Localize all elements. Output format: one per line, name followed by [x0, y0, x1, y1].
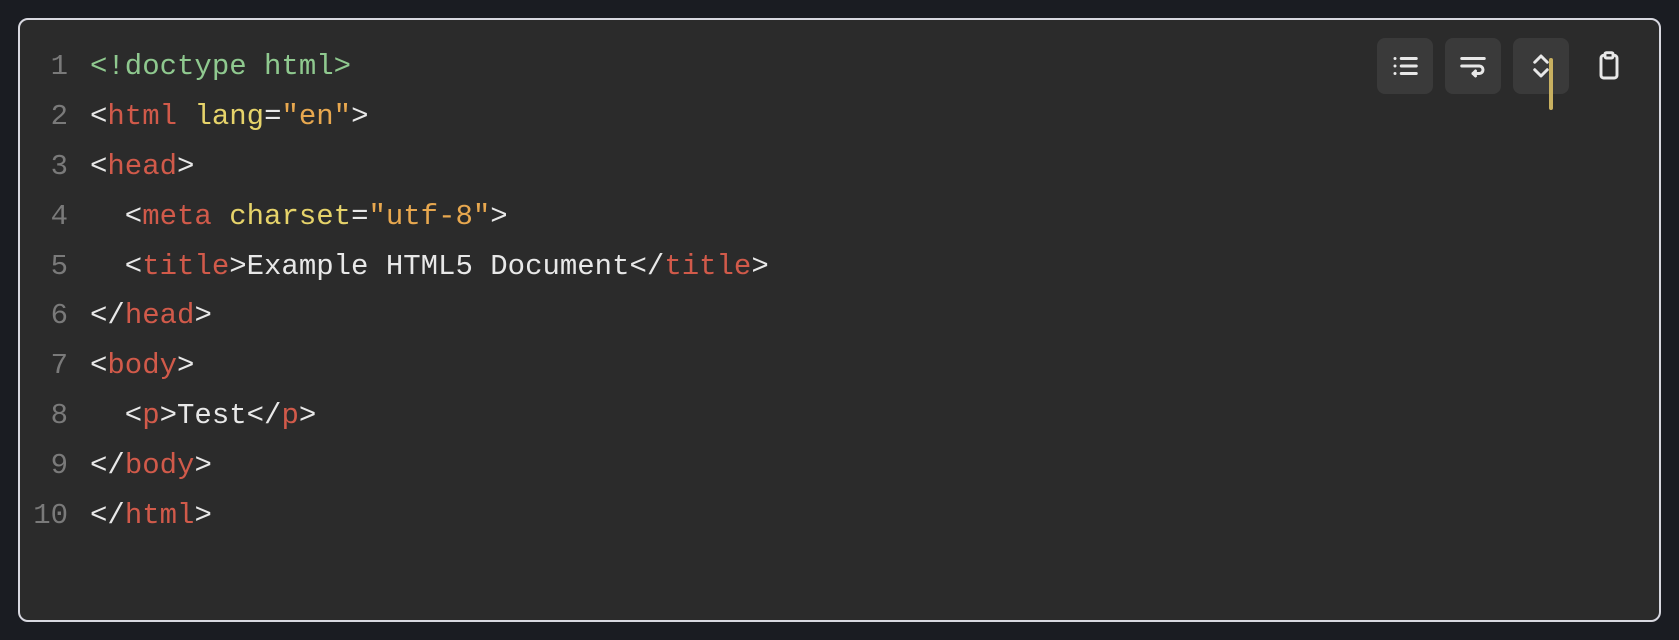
- line-number: 6: [20, 291, 68, 341]
- code-area: 12345678910 <!doctype html><html lang="e…: [20, 20, 1659, 563]
- line-number: 10: [20, 491, 68, 541]
- code-toolbar: [1377, 38, 1637, 94]
- expand-button[interactable]: [1513, 38, 1569, 94]
- line-number: 8: [20, 391, 68, 441]
- toolbar-separator: [1549, 58, 1553, 110]
- copy-icon: [1593, 50, 1625, 82]
- code-line: <p>Test</p>: [90, 391, 1659, 441]
- copy-button[interactable]: [1581, 38, 1637, 94]
- code-line: <head>: [90, 142, 1659, 192]
- toggle-word-wrap-button[interactable]: [1445, 38, 1501, 94]
- line-number: 5: [20, 242, 68, 292]
- code-line: <meta charset="utf-8">: [90, 192, 1659, 242]
- line-number: 2: [20, 92, 68, 142]
- code-line: <body>: [90, 341, 1659, 391]
- code-line: </head>: [90, 291, 1659, 341]
- line-number: 7: [20, 341, 68, 391]
- line-number: 3: [20, 142, 68, 192]
- line-number: 9: [20, 441, 68, 491]
- code-line: <html lang="en">: [90, 92, 1659, 142]
- word-wrap-icon: [1458, 51, 1488, 81]
- line-number: 4: [20, 192, 68, 242]
- line-numbers-icon: [1390, 51, 1420, 81]
- code-block: 12345678910 <!doctype html><html lang="e…: [18, 18, 1661, 622]
- line-number: 1: [20, 42, 68, 92]
- code-line: </body>: [90, 441, 1659, 491]
- code-line: <title>Example HTML5 Document</title>: [90, 242, 1659, 292]
- code-line: </html>: [90, 491, 1659, 541]
- line-number-gutter: 12345678910: [20, 42, 90, 541]
- toggle-line-numbers-button[interactable]: [1377, 38, 1433, 94]
- code-content[interactable]: <!doctype html><html lang="en"><head><me…: [90, 42, 1659, 541]
